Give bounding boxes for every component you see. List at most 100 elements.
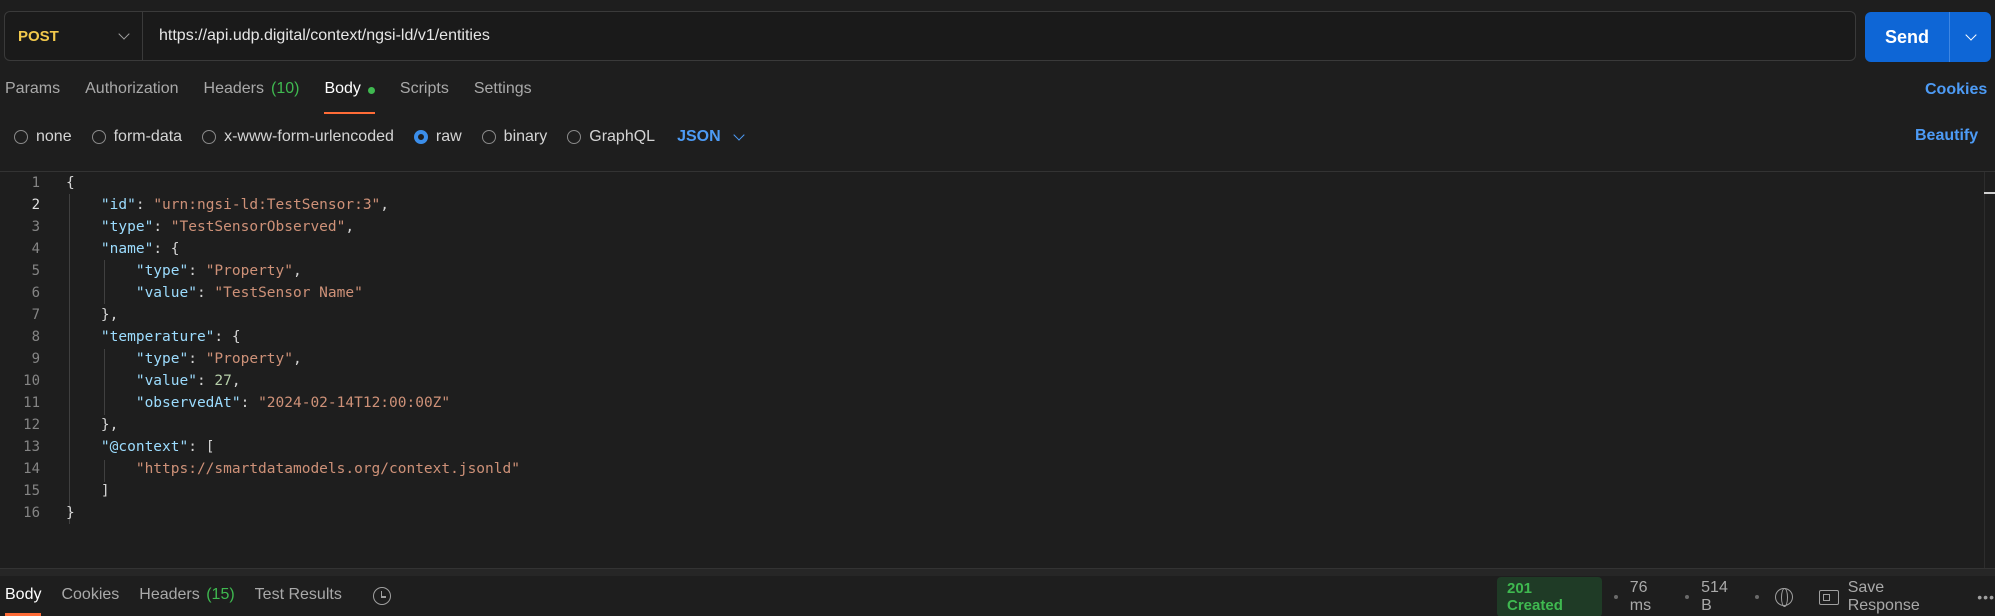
request-tabs: Params Authorization Headers (10) Body Sc…: [0, 80, 552, 114]
code-text: ]: [100, 483, 110, 499]
beautify-button[interactable]: Beautify: [1915, 127, 1978, 145]
separator-dot: [1754, 595, 1759, 599]
radio-icon: [91, 130, 106, 144]
body-type-selector: none form-data x-www-form-urlencoded raw…: [14, 126, 745, 148]
radio-icon: [481, 130, 496, 144]
more-options-icon[interactable]: •••: [1977, 589, 1995, 605]
code-line: 2 "id": "urn:ngsi-ld:TestSensor:3",: [0, 194, 389, 216]
tab-headers[interactable]: Headers (10): [204, 80, 300, 114]
body-type-binary-label: binary: [503, 128, 548, 145]
tab-settings[interactable]: Settings: [474, 80, 532, 114]
code-line: 16}: [0, 502, 75, 524]
line-number: 13: [23, 439, 40, 455]
code-text: "type": "Property",: [135, 351, 302, 367]
line-number: 15: [23, 483, 40, 499]
code-text: "https://smartdatamodels.org/context.jso…: [135, 461, 520, 477]
body-modified-dot: [367, 87, 375, 94]
method-label: POST: [18, 27, 59, 45]
separator-dot: [1613, 595, 1618, 599]
code-text: }: [66, 505, 75, 521]
send-button[interactable]: Send: [1865, 12, 1949, 62]
line-number: 12: [23, 417, 40, 433]
resize-handle[interactable]: [0, 568, 1995, 576]
language-label: JSON: [677, 128, 721, 145]
code-line: 10 "value": 27,: [0, 370, 240, 392]
code-text: "observedAt": "2024-02-14T12:00:00Z": [135, 395, 451, 411]
radio-icon: [14, 130, 28, 144]
line-number: 3: [31, 219, 40, 235]
tab-headers-label: Headers: [203, 80, 264, 97]
code-line: 12 },: [0, 414, 118, 436]
response-tab-headers[interactable]: Headers (15): [139, 586, 234, 616]
response-time[interactable]: 76 ms: [1630, 579, 1673, 615]
code-line: 4 "name": {: [0, 238, 180, 260]
radio-checked-icon: [413, 130, 428, 144]
body-type-none[interactable]: none: [14, 128, 72, 146]
line-number: 14: [23, 461, 40, 477]
tab-body[interactable]: Body: [324, 80, 376, 114]
line-number: 8: [31, 329, 40, 345]
response-tab-cookies[interactable]: Cookies: [61, 586, 119, 616]
body-type-graphql-label: GraphQL: [589, 128, 656, 145]
code-text: "temperature": {: [100, 329, 241, 345]
code-text: },: [100, 417, 119, 433]
history-icon[interactable]: [372, 587, 391, 605]
body-type-urlencoded[interactable]: x-www-form-urlencoded: [202, 128, 394, 146]
code-editor[interactable]: 1{ 2 "id": "urn:ngsi-ld:TestSensor:3", 3…: [0, 172, 1985, 567]
code-line: 8 "temperature": {: [0, 326, 241, 348]
save-response-icon: [1818, 589, 1839, 605]
line-number: 10: [23, 373, 40, 389]
chevron-down-icon: [732, 129, 745, 141]
request-bar: POST: [4, 11, 1856, 61]
code-line: 7 },: [0, 304, 119, 326]
line-number: 4: [31, 241, 40, 257]
radio-icon: [567, 130, 582, 144]
chevron-down-icon: [118, 28, 130, 40]
tab-params-label: Params: [5, 80, 61, 97]
body-type-graphql[interactable]: GraphQL: [567, 128, 655, 146]
code-line: 15 ]: [0, 480, 110, 502]
body-type-urlencoded-label: x-www-form-urlencoded: [224, 128, 394, 145]
code-line: 6 "value": "TestSensor Name": [0, 282, 363, 304]
tab-params[interactable]: Params: [5, 80, 60, 114]
scrollbar-thumb[interactable]: [1984, 192, 1995, 194]
response-tab-test-results[interactable]: Test Results: [255, 586, 342, 616]
body-type-form-data-label: form-data: [113, 128, 183, 145]
code-line: 9 "type": "Property",: [0, 348, 302, 370]
response-tab-body[interactable]: Body: [5, 586, 42, 616]
code-text: "value": "TestSensor Name": [135, 285, 363, 301]
line-number: 1: [31, 175, 40, 191]
body-type-raw-label: raw: [435, 128, 462, 145]
status-badge[interactable]: 201 Created: [1497, 577, 1602, 616]
scrollbar-track[interactable]: [1984, 172, 1985, 568]
code-line: 5 "type": "Property",: [0, 260, 302, 282]
send-options-button[interactable]: [1950, 12, 1991, 62]
separator-dot: [1685, 595, 1690, 599]
url-input[interactable]: [143, 27, 1855, 45]
response-status-area: 201 Created 76 ms 514 B Save Response ••…: [1497, 577, 1995, 616]
code-text: },: [100, 307, 119, 323]
code-text: "name": {: [100, 241, 180, 257]
tab-authorization[interactable]: Authorization: [85, 80, 178, 114]
tab-scripts[interactable]: Scripts: [400, 80, 449, 114]
line-number: 9: [31, 351, 40, 367]
tab-authorization-label: Authorization: [85, 80, 179, 97]
code-line: 13 "@context": [: [0, 436, 214, 458]
method-select[interactable]: POST: [5, 12, 143, 60]
language-select[interactable]: JSON: [677, 128, 745, 146]
line-number: 2: [31, 197, 40, 213]
network-globe-icon[interactable]: [1774, 588, 1793, 607]
body-type-form-data[interactable]: form-data: [91, 128, 183, 146]
code-text: "type": "Property",: [135, 263, 302, 279]
cookies-link[interactable]: Cookies: [1925, 81, 1987, 99]
headers-count: (10): [271, 80, 300, 97]
response-headers-count: (15): [206, 586, 235, 603]
body-type-raw[interactable]: raw: [413, 128, 462, 146]
save-response-button[interactable]: Save Response: [1848, 579, 1961, 615]
code-line: 14 "https://smartdatamodels.org/context.…: [0, 458, 520, 480]
body-type-binary[interactable]: binary: [481, 128, 548, 146]
code-text: "value": 27,: [135, 373, 241, 389]
code-line: 1{: [0, 172, 75, 194]
response-size[interactable]: 514 B: [1701, 579, 1743, 615]
code-text: "type": "TestSensorObserved",: [100, 219, 355, 235]
